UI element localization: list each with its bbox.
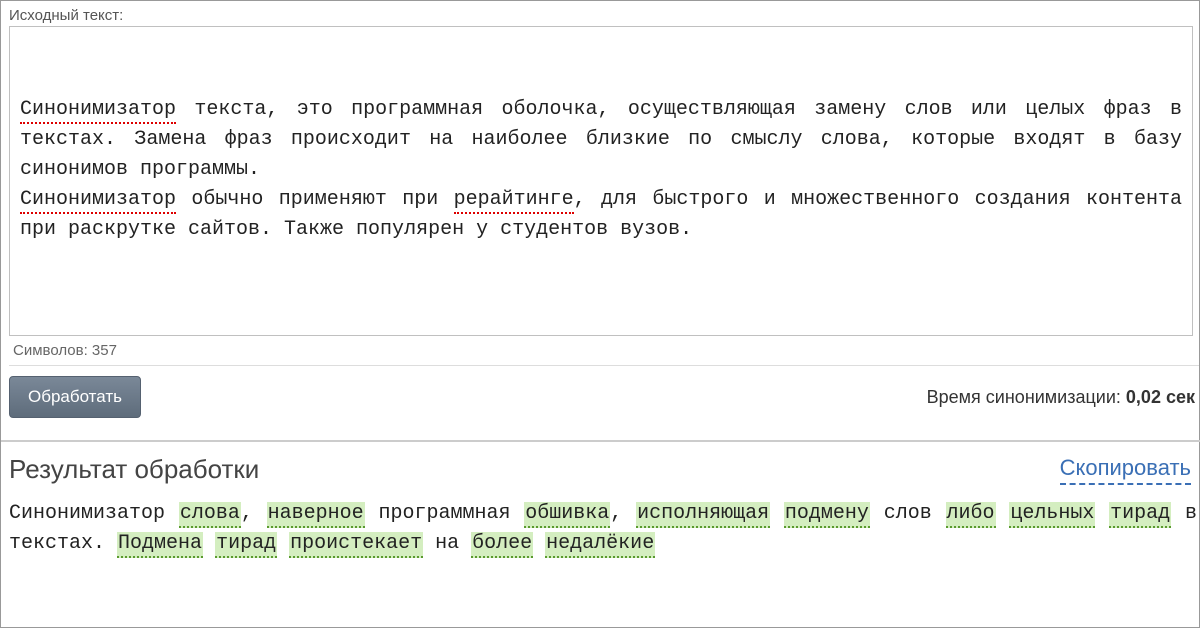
text: текста, это программная оболочка, осущес…	[20, 98, 1182, 181]
text: обычно применяют при	[176, 188, 454, 211]
text-token	[203, 532, 215, 555]
synonym-token[interactable]: Подмена	[117, 532, 203, 558]
text-token	[996, 502, 1010, 525]
synonym-token[interactable]: слова	[179, 502, 241, 528]
source-label: Исходный текст:	[9, 7, 1199, 24]
process-button[interactable]: Обработать	[9, 376, 141, 418]
action-row: Обработать Время синонимизации: 0,02 сек	[9, 376, 1199, 418]
timing-label: Время синонимизации:	[927, 387, 1126, 407]
synonym-token[interactable]: наверное	[267, 502, 365, 528]
source-paragraph-1: Синонимизатор текста, это программная об…	[20, 95, 1182, 185]
synonym-token[interactable]: недалёкие	[545, 532, 655, 558]
text-token: ,	[241, 502, 267, 525]
synonym-token[interactable]: проистекает	[289, 532, 423, 558]
synonym-token[interactable]: тирад	[1109, 502, 1171, 528]
text-token: Синонимизатор	[9, 502, 179, 525]
text-token	[277, 532, 289, 555]
text-token	[770, 502, 784, 525]
source-textarea[interactable]: Синонимизатор текста, это программная об…	[9, 26, 1193, 336]
text-token: ,	[610, 502, 636, 525]
timing-info: Время синонимизации: 0,02 сек	[927, 387, 1195, 408]
synonym-token[interactable]: исполняющая	[636, 502, 770, 528]
result-title: Результат обработки	[9, 454, 259, 485]
source-paragraph-2: Синонимизатор обычно применяют при рерай…	[20, 185, 1182, 245]
result-header: Результат обработки Скопировать	[9, 454, 1199, 485]
spellcheck-word: рерайтинге	[454, 188, 574, 214]
spellcheck-word: Синонимизатор	[20, 98, 176, 124]
synonym-token[interactable]: обшивка	[524, 502, 610, 528]
synonym-token[interactable]: более	[471, 532, 533, 558]
text-token: на	[423, 532, 471, 555]
synonym-token[interactable]: тирад	[215, 532, 277, 558]
text-token	[533, 532, 545, 555]
copy-link[interactable]: Скопировать	[1060, 455, 1191, 485]
divider	[9, 365, 1199, 366]
synonym-token[interactable]: подмену	[784, 502, 870, 528]
text-token: слов	[870, 502, 946, 525]
result-text: Синонимизатор слова, наверное программна…	[9, 499, 1197, 559]
section-divider	[1, 440, 1200, 442]
counter-value: 357	[92, 342, 117, 359]
counter-label: Символов:	[13, 342, 92, 359]
synonym-token[interactable]: цельных	[1009, 502, 1095, 528]
timing-value: 0,02 сек	[1126, 387, 1195, 407]
text-token	[1095, 502, 1109, 525]
synonym-token[interactable]: либо	[946, 502, 996, 528]
text-token: программная	[365, 502, 525, 525]
spellcheck-word: Синонимизатор	[20, 188, 176, 214]
char-counter: Символов: 357	[13, 342, 1199, 359]
